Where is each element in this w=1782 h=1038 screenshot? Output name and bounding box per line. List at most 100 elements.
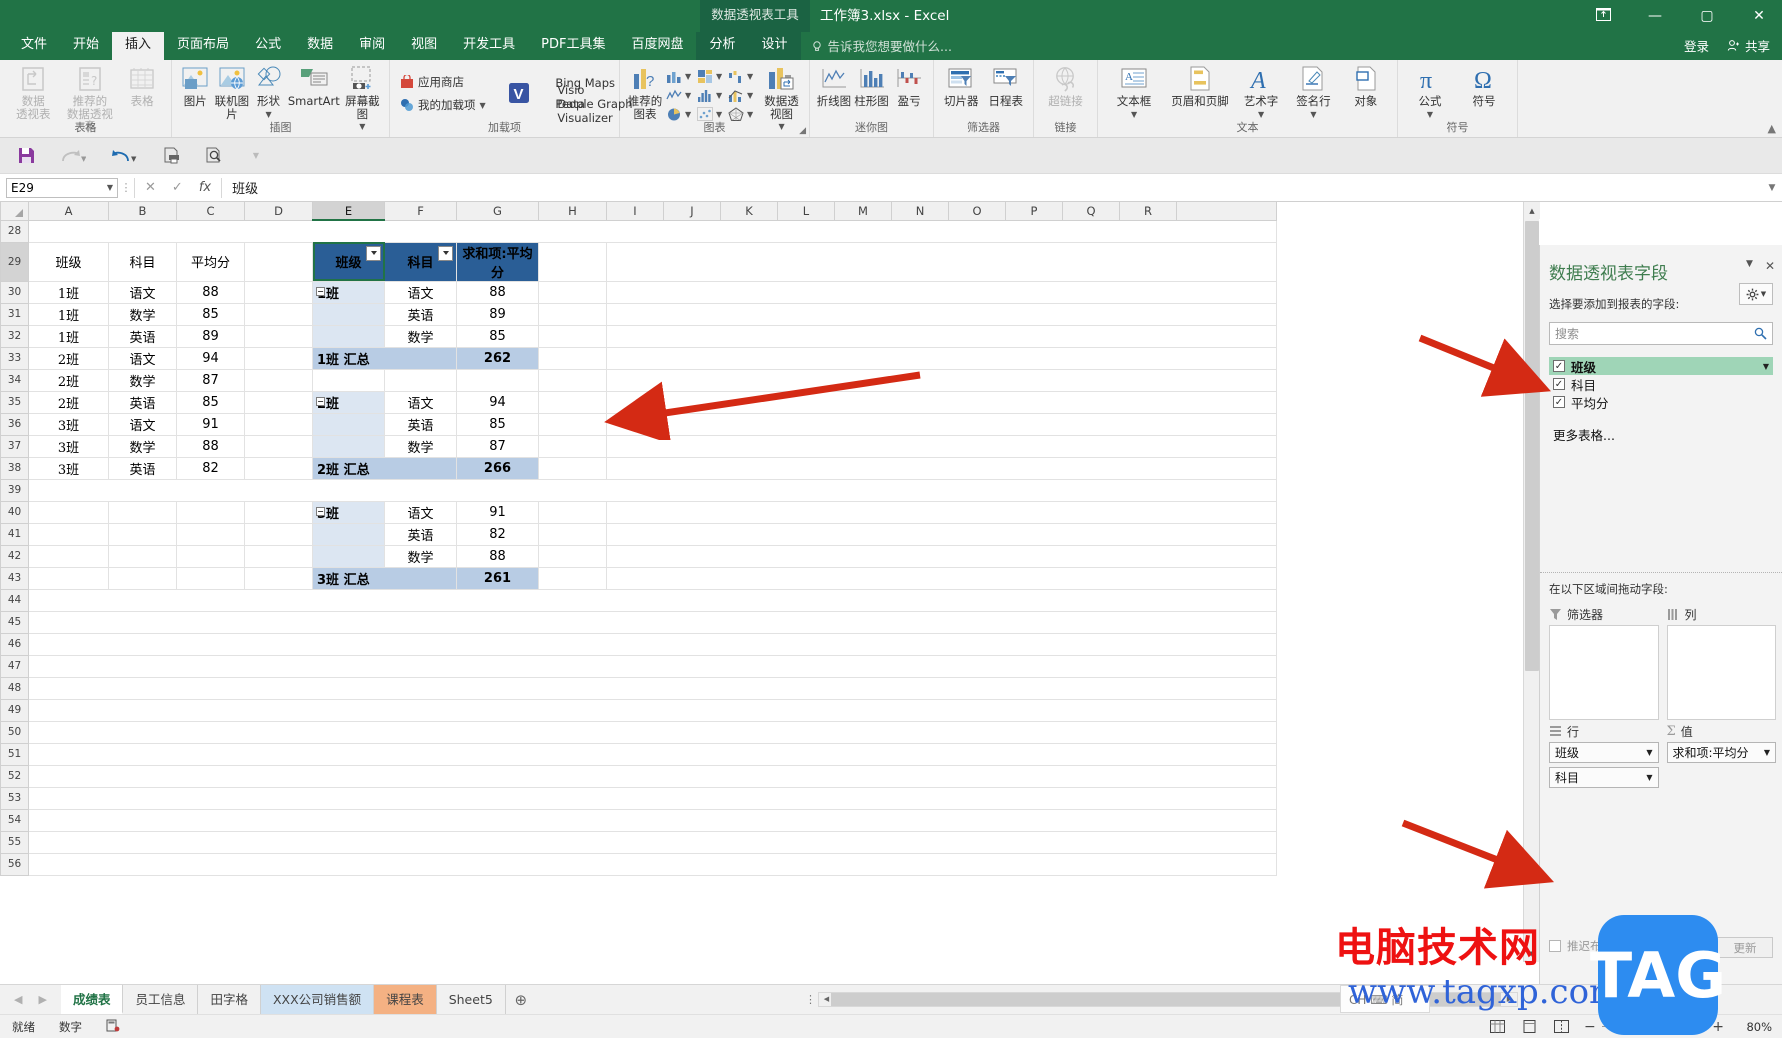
statistic-chart-button[interactable]: ▼ <box>697 86 727 104</box>
area-rows-pill-class-caret-icon[interactable]: ▼ <box>1646 748 1652 757</box>
row-32-rest[interactable] <box>606 324 1277 348</box>
chevron-down-icon[interactable]: ▼ <box>1746 259 1753 273</box>
cell-E40-pivot-group-3[interactable]: − 3班 <box>312 500 385 524</box>
text-box-button[interactable]: A 文本框 ▼ <box>1104 63 1164 118</box>
cell-D34[interactable] <box>244 368 313 392</box>
my-addins-button[interactable]: 我的加载项 ▼ <box>396 95 490 115</box>
column-header-O[interactable]: O <box>948 202 1006 221</box>
panel-tools-button[interactable]: ▼ <box>1739 283 1773 305</box>
equation-button[interactable]: π 公式 ▼ <box>1404 63 1456 118</box>
pivot-chart-button[interactable]: 数据透视图 ▼ <box>760 63 803 131</box>
column-header-M[interactable]: M <box>834 202 892 221</box>
cell-H40[interactable] <box>538 500 607 524</box>
picture-button[interactable]: 图片 <box>178 63 213 108</box>
pivot-filter-subject-icon[interactable] <box>438 245 453 261</box>
cell-D31[interactable] <box>244 302 313 326</box>
radar-chart-caret-icon[interactable]: ▼ <box>747 111 753 119</box>
row-header-32[interactable]: 32 <box>0 324 29 348</box>
collapse-group-1-icon[interactable]: − <box>316 286 325 296</box>
cell-C29[interactable]: 平均分 <box>176 241 245 282</box>
screenshot-button[interactable]: 屏幕截图 ▼ <box>342 63 383 131</box>
cell-G34[interactable] <box>456 368 539 392</box>
cell-B35[interactable]: 英语 <box>108 390 177 414</box>
row-header-39[interactable]: 39 <box>0 478 29 502</box>
row-header-48[interactable]: 48 <box>0 676 29 700</box>
cell-C30[interactable]: 88 <box>176 280 245 304</box>
collapse-group-2-icon[interactable]: − <box>316 396 325 406</box>
defer-layout-checkbox[interactable] <box>1549 940 1561 952</box>
shapes-caret-icon[interactable]: ▼ <box>265 110 271 118</box>
column-header-E[interactable]: E <box>312 202 385 221</box>
tab-analyze[interactable]: 分析 <box>696 32 749 60</box>
save-icon[interactable] <box>16 146 36 166</box>
cell-A29[interactable]: 班级 <box>28 241 109 282</box>
cell-D38[interactable] <box>244 456 313 480</box>
cell-B30[interactable]: 语文 <box>108 280 177 304</box>
cell-C38[interactable]: 82 <box>176 456 245 480</box>
waterfall-chart-caret-icon[interactable]: ▼ <box>747 73 753 81</box>
pivot-table-button[interactable]: 数据 透视表 <box>6 63 61 120</box>
minimize-button[interactable]: — <box>1640 8 1670 24</box>
cell-F35[interactable]: 语文 <box>384 390 457 414</box>
row-header-33[interactable]: 33 <box>0 346 29 370</box>
row-54-cells[interactable] <box>28 808 1277 832</box>
tab-data[interactable]: 数据 <box>294 32 346 60</box>
close-icon[interactable]: ✕ <box>1765 259 1775 273</box>
online-picture-button[interactable]: 联机图片 <box>215 63 250 120</box>
formula-input[interactable]: 班级 <box>222 178 1762 197</box>
vertical-scrollbar[interactable]: ▲ ▼ <box>1523 202 1540 962</box>
slicer-button[interactable]: 切片器 <box>940 63 983 108</box>
combo-chart-button[interactable]: ▼ <box>728 86 758 104</box>
row-header-53[interactable]: 53 <box>0 786 29 810</box>
area-rows-pill-class[interactable]: 班级 ▼ <box>1549 742 1659 763</box>
normal-view-icon[interactable] <box>1488 1019 1506 1035</box>
tab-insert[interactable]: 插入 <box>112 32 165 60</box>
page-break-view-icon[interactable] <box>1552 1019 1570 1035</box>
cell-D35[interactable] <box>244 390 313 414</box>
column-header-J[interactable]: J <box>663 202 721 221</box>
sheet-tab-sheet5[interactable]: Sheet5 <box>437 985 506 1014</box>
field-item-subject[interactable]: ✓ 科目 <box>1549 375 1773 393</box>
area-rows-pill-subject-caret-icon[interactable]: ▼ <box>1646 773 1652 782</box>
tell-me-box[interactable]: 告诉我您想要做什么... <box>811 36 952 60</box>
sparkline-line-button[interactable]: 折线图 <box>816 63 852 108</box>
field-average-checkbox[interactable]: ✓ <box>1553 396 1565 408</box>
column-header-L[interactable]: L <box>777 202 835 221</box>
row-46-cells[interactable] <box>28 632 1277 656</box>
cell-H43[interactable] <box>538 566 607 590</box>
cell-H30[interactable] <box>538 280 607 304</box>
cell-A33[interactable]: 2班 <box>28 346 109 370</box>
row-header-30[interactable]: 30 <box>0 280 29 304</box>
hyperlink-button[interactable]: 超链接 <box>1040 63 1091 108</box>
sheet-tab-kechengbiao[interactable]: 课程表 <box>374 985 437 1014</box>
cell-D41[interactable] <box>244 522 313 546</box>
header-footer-button[interactable]: 页眉和页脚 <box>1166 63 1234 108</box>
cell-F41[interactable]: 英语 <box>384 522 457 546</box>
cell-D43[interactable] <box>244 566 313 590</box>
row-52-cells[interactable] <box>28 764 1277 788</box>
cell-G32[interactable]: 85 <box>456 324 539 348</box>
cell-B32[interactable]: 英语 <box>108 324 177 348</box>
cell-H42[interactable] <box>538 544 607 568</box>
close-button[interactable]: ✕ <box>1744 8 1774 24</box>
row-55-cells[interactable] <box>28 830 1277 854</box>
customize-qat-icon[interactable]: ▼ <box>246 146 266 166</box>
row-header-41[interactable]: 41 <box>0 522 29 546</box>
column-header-H[interactable]: H <box>538 202 607 221</box>
visio-data-visualizer-label[interactable]: Visio Data Visualizer <box>557 83 613 125</box>
timeline-button[interactable]: 日程表 <box>985 63 1028 108</box>
cell-E35-pivot-group-2[interactable]: − 2班 <box>312 390 385 414</box>
cell-B42[interactable] <box>108 544 177 568</box>
row-41-rest[interactable] <box>606 522 1277 546</box>
column-header-N[interactable]: N <box>891 202 949 221</box>
cell-H33[interactable] <box>538 346 607 370</box>
cell-G40[interactable]: 91 <box>456 500 539 524</box>
column-chart-caret-icon[interactable]: ▼ <box>685 73 691 81</box>
cell-D40[interactable] <box>244 500 313 524</box>
cell-E41[interactable] <box>312 522 385 546</box>
cell-B38[interactable]: 英语 <box>108 456 177 480</box>
row-header-37[interactable]: 37 <box>0 434 29 458</box>
cell-E38-group-2-total-label[interactable]: 2班 汇总 <box>312 456 457 480</box>
row-49-cells[interactable] <box>28 698 1277 722</box>
signature-line-button[interactable]: 签名行 ▼ <box>1288 63 1338 118</box>
